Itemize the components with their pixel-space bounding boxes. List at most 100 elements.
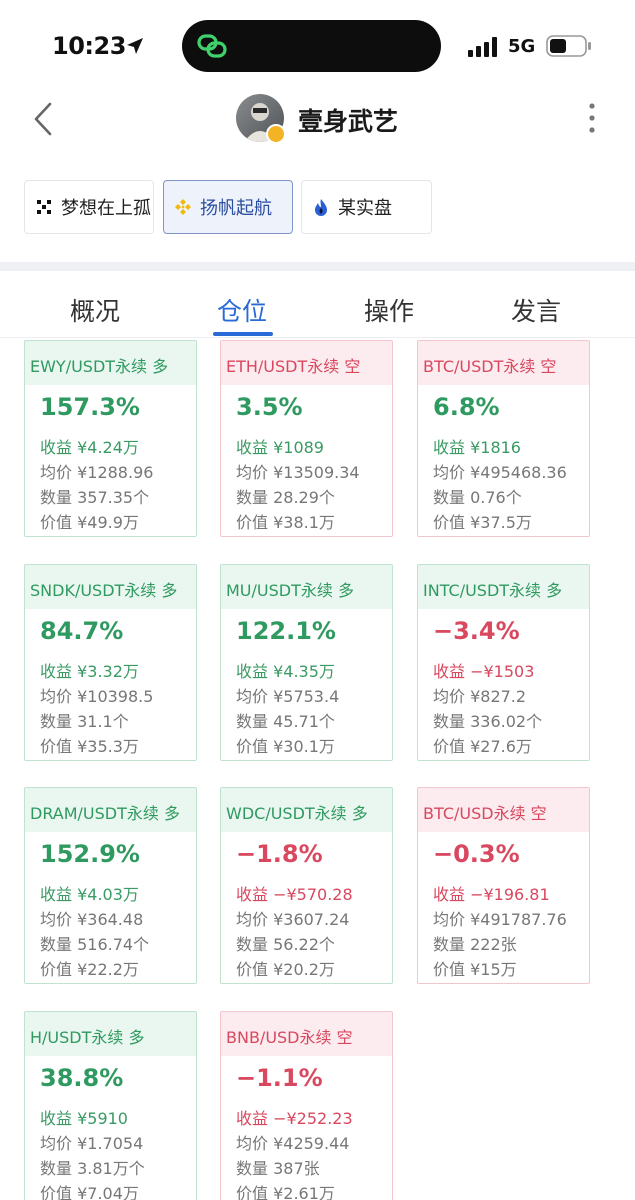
position-quantity: 数量 387张 [236,1159,320,1178]
position-quantity: 数量 516.74个 [40,935,150,954]
position-quantity: 数量 222张 [433,935,517,954]
position-value: 价值 ¥27.6万 [433,737,532,756]
position-return-pct: −1.8% [236,840,323,868]
position-avg-price: 均价 ¥1288.96 [40,463,154,482]
okx-icon [37,200,51,214]
account-chip-label: 梦想在上孤 [61,198,151,219]
position-pnl: 收益 ¥4.03万 [40,885,139,904]
flame-icon [315,199,327,216]
position-symbol: BTC/USD永续 空 [423,804,547,823]
tab-posts[interactable]: 发言 [511,292,561,328]
position-quantity: 数量 28.29个 [236,488,335,507]
position-avg-price: 均价 ¥827.2 [433,687,527,706]
position-quantity: 数量 45.71个 [236,712,335,731]
position-quantity: 数量 56.22个 [236,935,335,954]
position-pnl: 收益 ¥3.32万 [40,662,139,681]
position-symbol: BNB/USD永续 空 [226,1028,353,1047]
position-symbol: INTC/USDT永续 多 [423,581,563,600]
position-return-pct: 6.8% [433,393,500,421]
position-avg-price: 均价 ¥5753.4 [236,687,340,706]
account-chip-label: 某实盘 [338,198,392,219]
positions-grid: EWY/USDT永续 多 157.3% 收益 ¥4.24万 均价 ¥1288.9… [0,340,635,1200]
position-symbol: MU/USDT永续 多 [226,581,354,600]
position-card[interactable]: INTC/USDT永续 多 −3.4% 收益 −¥1503 均价 ¥827.2 … [417,564,590,761]
position-card[interactable]: MU/USDT永续 多 122.1% 收益 ¥4.35万 均价 ¥5753.4 … [220,564,393,761]
position-return-pct: 152.9% [40,840,140,868]
position-card[interactable]: WDC/USDT永续 多 −1.8% 收益 −¥570.28 均价 ¥3607.… [220,787,393,984]
position-value: 价值 ¥15万 [433,960,517,979]
page-title: 壹身武艺 [298,107,399,136]
position-pnl: 收益 −¥252.23 [236,1109,353,1128]
active-tab-indicator [213,332,273,336]
dynamic-island [182,20,441,72]
position-value: 价值 ¥7.04万 [40,1184,139,1200]
section-divider [0,262,635,271]
position-avg-price: 均价 ¥491787.76 [433,910,567,929]
position-return-pct: 157.3% [40,393,140,421]
position-return-pct: 122.1% [236,617,336,645]
account-chip-0[interactable]: 梦想在上孤 [24,180,154,234]
position-pnl: 收益 −¥196.81 [433,885,550,904]
back-chevron-icon[interactable] [30,100,56,138]
tab-overview[interactable]: 概况 [70,292,120,328]
verified-badge-icon [266,124,286,144]
network-type: 5G [508,36,536,57]
position-card[interactable]: BTC/USD永续 空 −0.3% 收益 −¥196.81 均价 ¥491787… [417,787,590,984]
position-return-pct: 38.8% [40,1064,124,1092]
page-header: 壹身武艺 [0,86,635,152]
link-icon [197,34,227,58]
position-quantity: 数量 0.76个 [433,488,522,507]
position-pnl: 收益 ¥4.35万 [236,662,335,681]
position-quantity: 数量 31.1个 [40,712,129,731]
status-bar: 10:23 5G [0,0,635,80]
position-value: 价值 ¥49.9万 [40,513,139,532]
position-avg-price: 均价 ¥495468.36 [433,463,567,482]
signal-icon [468,37,497,57]
account-chip-2[interactable]: 某实盘 [301,180,432,234]
position-card[interactable]: BTC/USDT永续 空 6.8% 收益 ¥1816 均价 ¥495468.36… [417,340,590,537]
position-pnl: 收益 ¥1816 [433,438,521,457]
position-avg-price: 均价 ¥3607.24 [236,910,350,929]
account-chip-label: 扬帆起航 [200,198,272,219]
position-value: 价值 ¥38.1万 [236,513,335,532]
position-card[interactable]: BNB/USD永续 空 −1.1% 收益 −¥252.23 均价 ¥4259.4… [220,1011,393,1200]
position-quantity: 数量 336.02个 [433,712,543,731]
position-pnl: 收益 −¥1503 [433,662,535,681]
position-symbol: BTC/USDT永续 空 [423,357,557,376]
position-card[interactable]: EWY/USDT永续 多 157.3% 收益 ¥4.24万 均价 ¥1288.9… [24,340,197,537]
position-symbol: ETH/USDT永续 空 [226,357,361,376]
position-symbol: H/USDT永续 多 [30,1028,145,1047]
position-value: 价值 ¥2.61万 [236,1184,335,1200]
account-selector: 梦想在上孤 扬帆起航 某实盘 [24,180,614,234]
position-symbol: DRAM/USDT永续 多 [30,804,180,823]
position-return-pct: −0.3% [433,840,520,868]
position-avg-price: 均价 ¥10398.5 [40,687,154,706]
status-time: 10:23 [52,32,126,60]
position-symbol: SNDK/USDT永续 多 [30,581,178,600]
position-value: 价值 ¥22.2万 [40,960,139,979]
account-chip-1[interactable]: 扬帆起航 [163,180,293,234]
position-pnl: 收益 ¥4.24万 [40,438,139,457]
position-value: 价值 ¥37.5万 [433,513,532,532]
tab-bar: 概况 仓位 操作 发言 [0,282,635,338]
position-quantity: 数量 3.81万个 [40,1159,145,1178]
position-pnl: 收益 ¥5910 [40,1109,128,1128]
position-symbol: WDC/USDT永续 多 [226,804,368,823]
position-value: 价值 ¥30.1万 [236,737,335,756]
more-vertical-icon[interactable] [584,100,600,136]
position-card[interactable]: SNDK/USDT永续 多 84.7% 收益 ¥3.32万 均价 ¥10398.… [24,564,197,761]
battery-icon [546,35,591,57]
position-card[interactable]: ETH/USDT永续 空 3.5% 收益 ¥1089 均价 ¥13509.34 … [220,340,393,537]
tab-positions[interactable]: 仓位 [217,292,267,328]
position-avg-price: 均价 ¥1.7054 [40,1134,144,1153]
position-card[interactable]: DRAM/USDT永续 多 152.9% 收益 ¥4.03万 均价 ¥364.4… [24,787,197,984]
position-symbol: EWY/USDT永续 多 [30,357,169,376]
tab-operations[interactable]: 操作 [364,292,414,328]
position-pnl: 收益 ¥1089 [236,438,324,457]
position-value: 价值 ¥35.3万 [40,737,139,756]
position-return-pct: −1.1% [236,1064,323,1092]
position-return-pct: 84.7% [40,617,124,645]
position-quantity: 数量 357.35个 [40,488,150,507]
position-card[interactable]: H/USDT永续 多 38.8% 收益 ¥5910 均价 ¥1.7054 数量 … [24,1011,197,1200]
position-return-pct: 3.5% [236,393,303,421]
